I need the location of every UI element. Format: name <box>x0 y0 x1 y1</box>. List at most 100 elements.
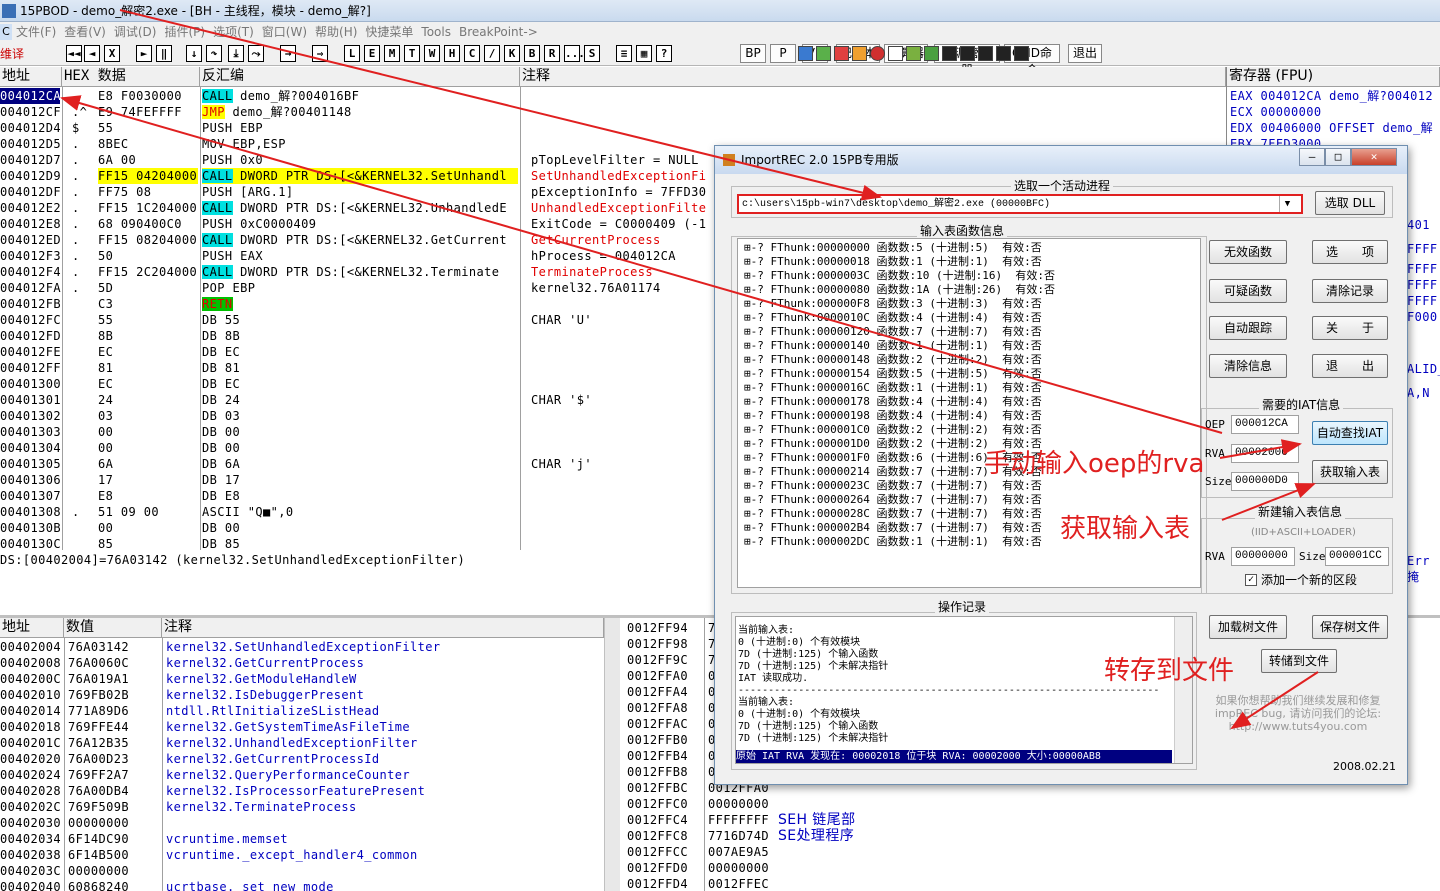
disasm-hex[interactable]: 81 <box>98 360 113 376</box>
disasm-hex[interactable]: E9 74FEFFFF <box>98 104 182 120</box>
disasm-instruction[interactable]: DB 00 <box>202 520 518 536</box>
dump-address[interactable]: 0040201C <box>0 735 61 751</box>
disasm-address[interactable]: 004012FF <box>0 360 61 376</box>
disasm-instruction[interactable]: DB 85 <box>202 536 518 550</box>
new-size-field[interactable]: 000001CC <box>1325 547 1389 566</box>
rva-field[interactable]: 00002000 <box>1231 444 1299 463</box>
stack-address[interactable]: 0012FFC0 <box>627 796 688 812</box>
stack-address[interactable]: 0012FFC8 <box>627 828 688 844</box>
goto-icon[interactable]: ⇒ <box>312 45 328 62</box>
stack-address[interactable]: 0012FFAC <box>627 716 688 732</box>
col-comment[interactable]: 注释 <box>520 67 1226 87</box>
thunk-item[interactable]: ⊞-? FThunk:000002DC 函数数:1 (十进制:1) 有效:否 <box>744 535 1042 549</box>
plugin-e-icon[interactable] <box>906 46 921 61</box>
disasm-address[interactable]: 0040130C <box>0 536 61 550</box>
disasm-instruction[interactable]: DB 81 <box>202 360 518 376</box>
execute-till-return-icon[interactable]: → <box>280 45 296 62</box>
disasm-address[interactable]: 004012FC <box>0 312 61 328</box>
disasm-hex[interactable]: 03 <box>98 408 113 424</box>
disasm-instruction[interactable]: DB E8 <box>202 488 518 504</box>
thunk-item[interactable]: ⊞-? FThunk:00000000 函数数:5 (十进制:5) 有效:否 <box>744 241 1042 255</box>
plugin-j-icon[interactable] <box>996 46 1011 61</box>
save-tree-button[interactable]: 保存树文件 <box>1312 615 1388 639</box>
step-back-icon[interactable]: ◄ <box>84 45 100 62</box>
register-row[interactable]: EDX 00406000 OFFSET demo_解 <box>1230 120 1433 136</box>
trace-into-icon[interactable]: ⤓ <box>228 45 244 62</box>
disasm-hex[interactable]: 68 090400C0 <box>98 216 182 232</box>
disasm-address[interactable]: 004012FB <box>0 296 61 312</box>
stack-address[interactable]: 0012FFA4 <box>627 684 688 700</box>
letter-button[interactable]: L <box>344 45 360 62</box>
disasm-address[interactable]: 004012ED <box>0 232 61 248</box>
disasm-hex[interactable]: 8BEC <box>98 136 129 152</box>
dump-value[interactable]: 76A03142 <box>68 639 129 655</box>
disasm-address[interactable]: 004012D5 <box>0 136 61 152</box>
stack-address[interactable]: 0012FFA0 <box>627 668 688 684</box>
dump-col-addr[interactable]: 地址 <box>0 618 64 638</box>
disasm-instruction[interactable]: CALL DWORD PTR DS:[<&KERNEL32.Terminate <box>202 264 518 280</box>
disasm-address[interactable]: 0040130B <box>0 520 61 536</box>
dump-value[interactable]: 771A89D6 <box>68 703 129 719</box>
register-row[interactable]: EAX 004012CA demo_解?004012 <box>1230 88 1433 104</box>
dump-address[interactable]: 00402004 <box>0 639 61 655</box>
disasm-address[interactable]: 004012FA <box>0 280 61 296</box>
thunk-item[interactable]: ⊞-? FThunk:0000023C 函数数:7 (十进制:7) 有效:否 <box>744 479 1042 493</box>
plugin-h-icon[interactable] <box>960 46 975 61</box>
list-icon[interactable]: ≡ <box>616 45 632 62</box>
disasm-instruction[interactable]: RETN <box>202 296 518 312</box>
dump-address[interactable]: 00402020 <box>0 751 61 767</box>
dump-value[interactable]: 76A0060C <box>68 655 129 671</box>
letter-button[interactable]: M <box>384 45 400 62</box>
disasm-instruction[interactable]: CALL DWORD PTR DS:[<&KERNEL32.SetUnhandl <box>202 168 518 184</box>
process-select[interactable]: c:\users\15pb-win7\desktop\demo_解密2.exe … <box>737 194 1303 214</box>
maximize-icon[interactable]: □ <box>1325 148 1351 166</box>
disasm-instruction[interactable]: CALL DWORD PTR DS:[<&KERNEL32.UnhandledE <box>202 200 518 216</box>
stack-value[interactable]: 7716D74D <box>708 828 769 844</box>
disasm-instruction[interactable]: DB 03 <box>202 408 518 424</box>
disasm-address[interactable]: 004012D9 <box>0 168 61 184</box>
pause-icon[interactable]: ‖ <box>156 45 172 62</box>
dump-address[interactable]: 00402028 <box>0 783 61 799</box>
disasm-instruction[interactable]: DB 00 <box>202 424 518 440</box>
col-hex[interactable]: HEX 数据 <box>62 67 200 87</box>
dump-pane[interactable]: 地址 数值 注释 00402004 76A03142 kernel32.SetUnh… <box>0 618 620 891</box>
exit-button[interactable]: 退 出 <box>1312 354 1388 378</box>
stack-value[interactable]: FFFFFFFF <box>708 812 769 828</box>
dump-value[interactable]: 769FFE44 <box>68 719 129 735</box>
menu-item[interactable]: 窗口(W) <box>262 22 307 42</box>
plugin-f-icon[interactable] <box>924 46 939 61</box>
record-icon[interactable] <box>870 46 885 61</box>
letter-button[interactable]: H <box>444 45 460 62</box>
disasm-instruction[interactable]: PUSH 0xC0000409 <box>202 216 518 232</box>
dump-col-value[interactable]: 数值 <box>64 618 162 638</box>
disasm-address[interactable]: 004012F4 <box>0 264 61 280</box>
disasm-hex[interactable]: 00 <box>98 440 113 456</box>
stack-address[interactable]: 0012FF94 <box>627 620 688 636</box>
disasm-hex[interactable]: 55 <box>98 312 113 328</box>
stack-value[interactable]: 007AE9A5 <box>708 844 769 860</box>
disasm-hex[interactable]: E8 F0030000 <box>98 88 182 104</box>
disasm-instruction[interactable]: MOV EBP,ESP <box>202 136 518 152</box>
size-field[interactable]: 000000D0 <box>1231 472 1299 491</box>
load-tree-button[interactable]: 加载树文件 <box>1209 615 1287 639</box>
new-rva-field[interactable]: 00000000 <box>1231 547 1295 566</box>
step-over-icon[interactable]: ↷ <box>206 45 222 62</box>
oep-field[interactable]: 000012CA <box>1231 415 1299 434</box>
disasm-instruction[interactable]: DB 55 <box>202 312 518 328</box>
disasm-instruction[interactable]: DB EC <box>202 344 518 360</box>
disasm-address[interactable]: 004012FE <box>0 344 61 360</box>
disasm-address[interactable]: 00401300 <box>0 376 61 392</box>
thunk-item[interactable]: ⊞-? FThunk:00000178 函数数:4 (十进制:4) 有效:否 <box>744 395 1042 409</box>
dump-scrollbar[interactable] <box>604 618 620 891</box>
disasm-address[interactable]: 004012DF <box>0 184 61 200</box>
disasm-instruction[interactable]: JMP demo_解?00401148 <box>202 104 518 120</box>
letter-button[interactable]: W <box>424 45 440 62</box>
trace-over-icon[interactable]: ⤳ <box>248 45 264 62</box>
menu-item[interactable]: 选项(T) <box>213 22 254 42</box>
disasm-hex[interactable]: 6A 00 <box>98 152 136 168</box>
dump-value[interactable]: 769F509B <box>68 799 129 815</box>
disasm-instruction[interactable]: PUSH EBP <box>202 120 518 136</box>
dump-address[interactable]: 00402014 <box>0 703 61 719</box>
dialog-close-icon[interactable]: ✕ <box>1351 148 1397 166</box>
thunk-item[interactable]: ⊞-? FThunk:0000003C 函数数:10 (十进制:16) 有效:否 <box>744 269 1055 283</box>
